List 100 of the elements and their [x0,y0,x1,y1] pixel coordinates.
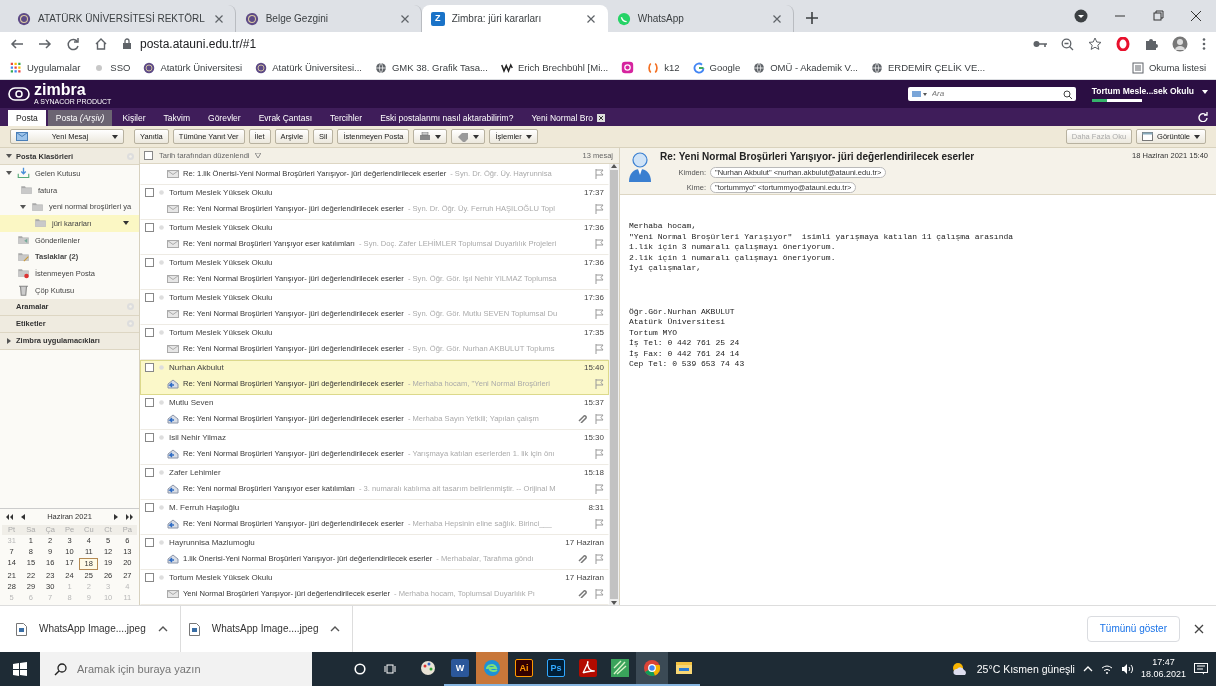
sender-name: Tortum Meslek Yüksek Okulu [169,328,273,338]
plus-icon[interactable] [803,10,820,26]
app-tab[interactable]: Posta (Arşiv) [47,110,113,126]
star-icon[interactable] [1088,37,1102,51]
checkbox[interactable] [144,151,153,160]
globe-icon [871,61,883,74]
bookmark[interactable]: Uygulamalar [10,61,81,74]
forward-icon[interactable] [38,37,52,51]
windows-start-icon[interactable] [13,662,27,676]
checkbox[interactable] [145,468,154,478]
app-tab[interactable]: Görevler [200,110,249,126]
address-bar[interactable]: posta.atauni.edu.tr/#1 [122,33,1019,55]
scroll-thumb[interactable] [610,170,618,599]
zoom-icon[interactable] [1061,37,1074,51]
avatar-icon[interactable] [1172,36,1188,52]
caret-icon [112,134,118,139]
user-name[interactable]: Tortum Mesle...sek Okulu [1091,86,1194,97]
bookmark[interactable]: SSO [93,61,131,74]
checkbox[interactable] [145,538,154,548]
kebab-menu-icon[interactable] [1202,37,1206,51]
caret-icon [435,134,442,139]
bookmark[interactable]: Atatürk Üniversitesi... [255,61,362,74]
reload-icon[interactable] [66,37,80,51]
email-signature: Öğr.Gör.Nurhan AKBULUT Atatürk Üniversitesi Tortum MYO İş Tel: 0 442 761 25 24 İş Fax: 0 442 761 24 14 Cep Tel: 0 539 653 74 43 [629,306,746,370]
scrollbar[interactable] [609,164,619,605]
profile-icon[interactable] [1074,9,1088,23]
camera-icon[interactable] [621,61,635,74]
collapsed-arrow-icon [6,337,12,344]
checkbox[interactable] [145,328,154,338]
app-tab[interactable]: Takvim [155,110,199,126]
expanded-arrow-icon [6,153,12,159]
status-dot-icon [159,505,164,511]
search-field[interactable]: Ara [907,87,1076,101]
maximize-icon[interactable] [1152,10,1164,22]
reading-list-button[interactable]: Okuma listesi [1132,61,1206,74]
key-icon[interactable] [1033,39,1047,49]
caret-icon[interactable] [123,221,129,226]
taskbar-clock[interactable]: 17:47 18.06.2021 [1140,657,1186,681]
close-icon[interactable] [1190,10,1202,22]
chevron-up-icon[interactable] [157,626,168,632]
next-year-icon[interactable] [126,513,133,520]
app-tab[interactable]: Kişiler [114,110,154,126]
message-time: 15:37 [583,398,604,408]
taskbar-app-button[interactable] [636,652,668,686]
bookmark[interactable]: OMÜ - Akademik V... [753,61,858,74]
toolbar-menu-button[interactable] [413,129,448,144]
speaker-icon[interactable] [1120,664,1133,674]
status-dot-icon [159,470,164,476]
checkbox[interactable] [145,503,154,513]
checkbox[interactable] [145,223,154,233]
task-view-icon[interactable] [384,663,396,675]
back-icon[interactable] [10,37,24,51]
previous-year-icon[interactable] [6,513,13,520]
app-tab[interactable]: Eski postalanmı nasıl aktarabilirim? [372,110,522,126]
ring-icon[interactable] [1116,37,1130,51]
checkbox[interactable] [145,188,154,198]
checkbox[interactable] [145,433,154,443]
status-dot-icon [159,540,164,546]
checkbox[interactable] [145,293,154,303]
app-tab[interactable]: Yeni Normal Bro [523,110,613,126]
notification-icon[interactable] [1194,663,1208,675]
checkbox[interactable] [145,573,154,583]
sender-name: Nurhan Akbulut [169,363,224,373]
wifi-icon[interactable] [1100,664,1113,674]
taskbar-app-button[interactable]: Ai [508,652,540,686]
trash-icon [17,284,30,297]
app-tab[interactable]: Evrak Çantası [250,110,320,126]
caret-icon[interactable] [1202,89,1208,94]
bookmark[interactable]: ERDEMİR ÇELİK VE... [871,61,986,74]
browser-tab[interactable]: Z Zimbra: jüri kararları [421,5,608,32]
home-icon[interactable] [94,37,108,51]
previous-month-icon[interactable] [21,513,25,520]
puzzle-icon[interactable] [1144,37,1158,51]
bookmark[interactable]: GMK 38. Grafik Tasa... [375,61,488,74]
sort-icon[interactable] [255,153,262,158]
bookmark[interactable]: Google [692,61,741,74]
expanded-arrow-icon[interactable] [20,203,26,210]
expanded-arrow-icon[interactable] [6,170,12,177]
refresh-icon[interactable] [1198,112,1208,122]
next-month-icon[interactable] [114,513,118,520]
checkbox[interactable] [145,258,154,268]
bookmark[interactable]: Atatürk Üniversitesi [143,61,243,74]
close-icon[interactable] [1194,624,1204,634]
checkbox[interactable] [145,398,154,408]
app-tab[interactable]: Tercihler [322,110,371,126]
checkbox[interactable] [145,363,154,373]
toolbar-menu-button[interactable] [451,129,486,144]
sender-name: Isil Nehir Yilmaz [169,433,226,443]
close-icon[interactable] [596,114,605,122]
weather-text[interactable]: 25°C Kısmen güneşli [976,662,1075,676]
show-all-button[interactable]: Tümünü göster [1086,616,1180,642]
cortana-circle-icon[interactable] [354,663,366,675]
taskbar-app-button[interactable]: Ps [540,652,572,686]
window-icon [1142,132,1154,141]
printer-icon [419,131,432,142]
bookmark[interactable]: k12 [647,61,680,74]
bookmark[interactable]: Erich Brechbühl [Mi... [500,61,609,74]
app-tab[interactable]: Posta [8,110,46,126]
status-dot-icon [159,295,164,301]
chevron-up-icon[interactable] [330,626,341,632]
